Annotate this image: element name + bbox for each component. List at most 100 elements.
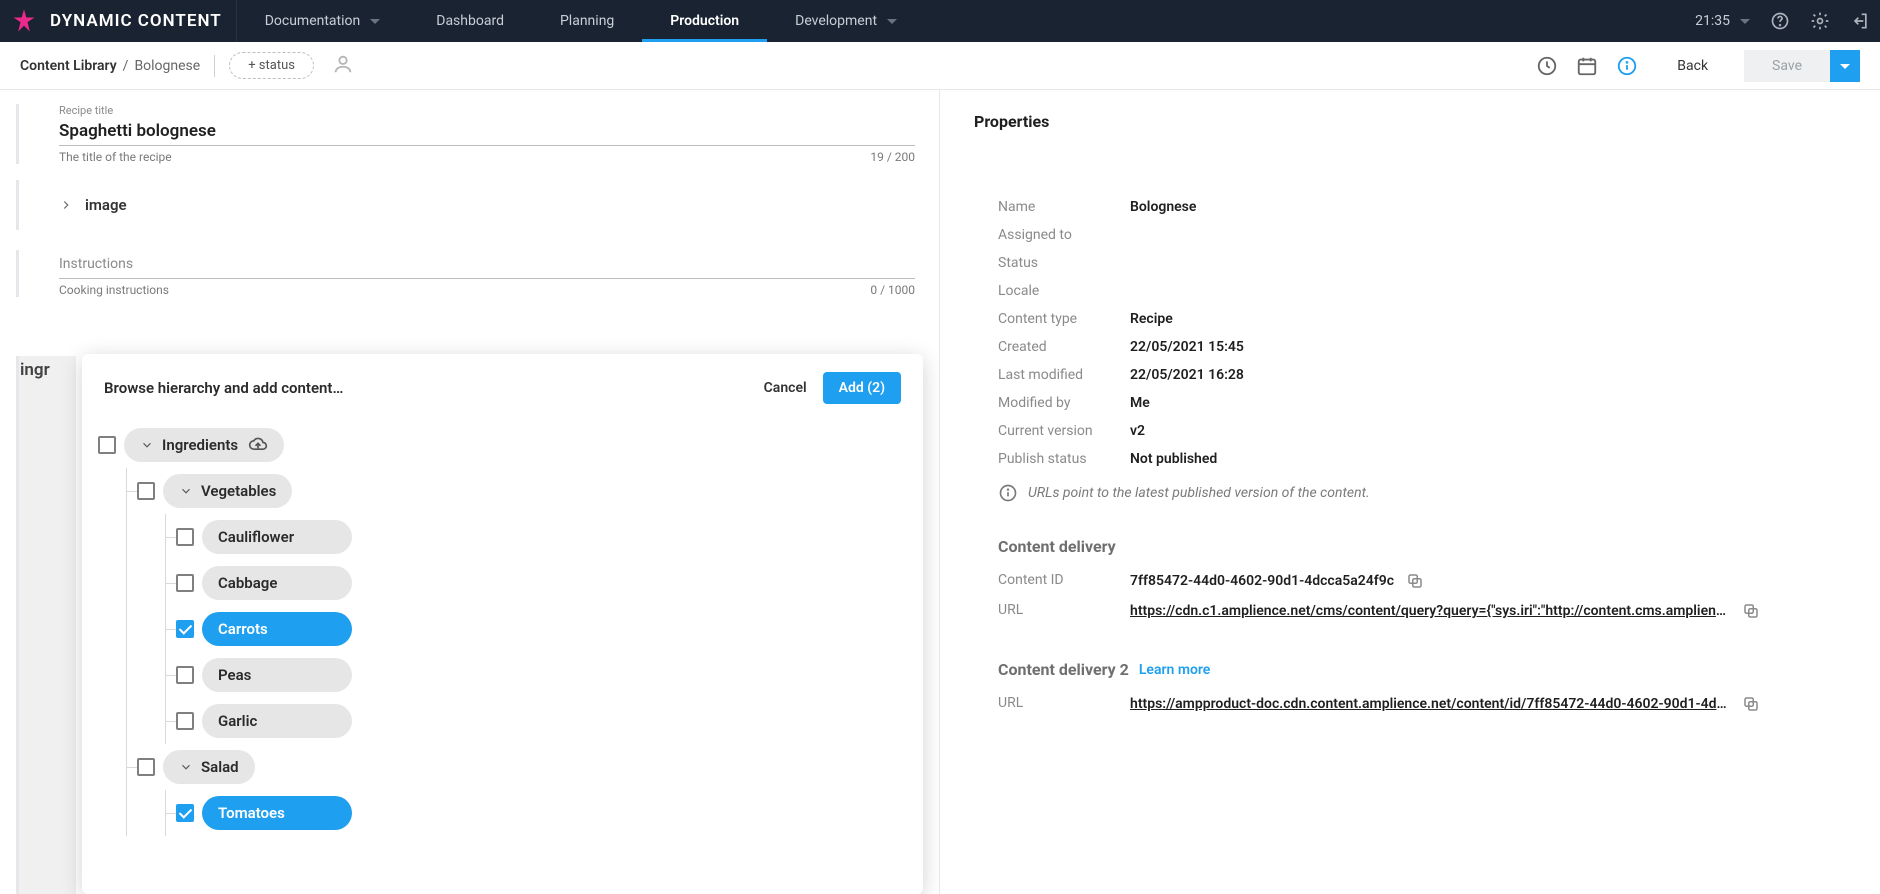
nav-items: Documentation Dashboard Planning Product… bbox=[237, 0, 925, 42]
save-button-group: Save bbox=[1744, 50, 1860, 82]
cloud-sync-icon bbox=[248, 435, 268, 455]
copy-url1-icon[interactable] bbox=[1742, 602, 1760, 620]
top-nav: DYNAMIC CONTENT Documentation Dashboard … bbox=[0, 0, 1880, 42]
prop-value-ctype: Recipe bbox=[1130, 311, 1173, 327]
chip-cabbage[interactable]: Cabbage bbox=[202, 566, 352, 600]
copy-content-id-icon[interactable] bbox=[1406, 572, 1424, 590]
tree-node-salad: Salad bbox=[137, 744, 907, 790]
prop-value-version: v2 bbox=[1130, 423, 1145, 439]
body: Recipe title The title of the recipe 19 … bbox=[0, 90, 1880, 894]
label-url1: URL bbox=[998, 602, 1130, 618]
checkbox-vegetables[interactable] bbox=[137, 482, 155, 500]
chip-carrots[interactable]: Carrots bbox=[202, 612, 352, 646]
brand[interactable]: DYNAMIC CONTENT bbox=[0, 0, 237, 42]
settings-icon[interactable] bbox=[1800, 0, 1840, 42]
prop-label-name: Name bbox=[998, 199, 1130, 215]
value-content-id: 7ff85472-44d0-4602-90d1-4dcca5a24f9c bbox=[1130, 573, 1394, 589]
tree-node-tomatoes: Tomatoes bbox=[176, 790, 907, 836]
checkbox-garlic[interactable] bbox=[176, 712, 194, 730]
prop-value-name: Bolognese bbox=[1130, 199, 1196, 215]
add-status-chip[interactable]: + status bbox=[229, 52, 314, 79]
chip-ingredients[interactable]: Ingredients bbox=[124, 428, 284, 462]
copy-url2-icon[interactable] bbox=[1742, 695, 1760, 713]
nav-development[interactable]: Development bbox=[767, 0, 925, 42]
prop-label-locale: Locale bbox=[998, 283, 1130, 299]
logout-icon[interactable] bbox=[1840, 0, 1880, 42]
chip-cauliflower[interactable]: Cauliflower bbox=[202, 520, 352, 554]
breadcrumb-sep: / bbox=[123, 58, 129, 74]
tree-children-ingredients: Vegetables Cauliflower Cabbage bbox=[126, 468, 907, 836]
schedule-icon[interactable] bbox=[1567, 42, 1607, 89]
instructions-counter: 0 / 1000 bbox=[870, 283, 915, 297]
assignee-icon[interactable] bbox=[332, 53, 354, 79]
tree-children-salad: Tomatoes bbox=[165, 790, 907, 836]
checkbox-peas[interactable] bbox=[176, 666, 194, 684]
label-url2: URL bbox=[998, 695, 1130, 711]
checkbox-salad[interactable] bbox=[137, 758, 155, 776]
time-display[interactable]: 21:35 bbox=[1685, 13, 1760, 29]
history-icon[interactable] bbox=[1527, 42, 1567, 89]
instructions-help: Cooking instructions bbox=[59, 283, 169, 297]
divider bbox=[214, 55, 215, 77]
hierarchy-picker-dialog: Browse hierarchy and add content… Cancel… bbox=[82, 354, 923, 894]
tree-node-garlic: Garlic bbox=[176, 698, 907, 744]
learn-more-link[interactable]: Learn more bbox=[1139, 662, 1210, 678]
breadcrumb-root[interactable]: Content Library bbox=[20, 58, 117, 74]
checkbox-carrots[interactable] bbox=[176, 620, 194, 638]
section-image[interactable]: image bbox=[16, 180, 939, 230]
section-delivery2: Content delivery 2 Learn more bbox=[998, 660, 1822, 679]
tree-node-cabbage: Cabbage bbox=[176, 560, 907, 606]
background-section-label: ingr bbox=[20, 360, 50, 380]
instructions-input[interactable]: Instructions bbox=[59, 250, 915, 279]
chip-vegetables[interactable]: Vegetables bbox=[163, 474, 292, 508]
hierarchy-tree[interactable]: Ingredients Vegetables bbox=[82, 418, 923, 894]
chevron-down-icon bbox=[179, 484, 193, 498]
recipe-title-counter: 19 / 200 bbox=[870, 150, 915, 164]
checkbox-tomatoes[interactable] bbox=[176, 804, 194, 822]
properties-title: Properties bbox=[940, 90, 1880, 153]
recipe-title-input[interactable] bbox=[59, 117, 915, 146]
chip-salad[interactable]: Salad bbox=[163, 750, 255, 784]
chevron-down-icon bbox=[179, 760, 193, 774]
prop-label-created: Created bbox=[998, 339, 1130, 355]
info-icon bbox=[998, 483, 1018, 503]
add-button[interactable]: Add (2) bbox=[823, 372, 901, 404]
field-recipe-title: Recipe title The title of the recipe 19 … bbox=[16, 104, 939, 164]
help-icon[interactable] bbox=[1760, 0, 1800, 42]
prop-value-modified: 22/05/2021 16:28 bbox=[1130, 367, 1244, 383]
tree-node-cauliflower: Cauliflower bbox=[176, 514, 907, 560]
nav-dashboard[interactable]: Dashboard bbox=[408, 0, 532, 42]
tree-node-vegetables: Vegetables bbox=[137, 468, 907, 514]
brand-name: DYNAMIC CONTENT bbox=[50, 11, 222, 31]
cancel-button[interactable]: Cancel bbox=[764, 380, 807, 396]
tree-children-vegetables: Cauliflower Cabbage Carrots Peas bbox=[165, 514, 907, 744]
checkbox-ingredients[interactable] bbox=[98, 436, 116, 454]
nav-planning[interactable]: Planning bbox=[532, 0, 642, 42]
checkbox-cabbage[interactable] bbox=[176, 574, 194, 592]
prop-label-modifiedby: Modified by bbox=[998, 395, 1130, 411]
prop-label-ctype: Content type bbox=[998, 311, 1130, 327]
tree-node-carrots: Carrots bbox=[176, 606, 907, 652]
chip-garlic[interactable]: Garlic bbox=[202, 704, 352, 738]
back-button[interactable]: Back bbox=[1653, 50, 1732, 82]
link-delivery2-url[interactable]: https://ampproduct-doc.cdn.content.ampli… bbox=[1130, 696, 1730, 712]
prop-label-version: Current version bbox=[998, 423, 1130, 439]
dialog-title: Browse hierarchy and add content… bbox=[104, 379, 343, 397]
link-delivery1-url[interactable]: https://cdn.c1.amplience.net/cms/content… bbox=[1130, 603, 1730, 619]
recipe-title-label: Recipe title bbox=[59, 104, 915, 117]
save-button[interactable]: Save bbox=[1744, 50, 1830, 82]
field-instructions: Instructions Cooking instructions 0 / 10… bbox=[16, 250, 939, 297]
background-section bbox=[16, 356, 76, 894]
checkbox-cauliflower[interactable] bbox=[176, 528, 194, 546]
recipe-title-help: The title of the recipe bbox=[59, 150, 172, 164]
nav-production[interactable]: Production bbox=[642, 0, 767, 42]
prop-label-publish: Publish status bbox=[998, 451, 1130, 467]
prop-label-assigned: Assigned to bbox=[998, 227, 1130, 243]
chip-tomatoes[interactable]: Tomatoes bbox=[202, 796, 352, 830]
chip-peas[interactable]: Peas bbox=[202, 658, 352, 692]
info-panel-icon[interactable] bbox=[1607, 42, 1647, 89]
nav-documentation[interactable]: Documentation bbox=[237, 0, 409, 42]
url-note: URLs point to the latest published versi… bbox=[998, 483, 1822, 503]
save-menu-caret[interactable] bbox=[1830, 50, 1860, 82]
prop-value-created: 22/05/2021 15:45 bbox=[1130, 339, 1244, 355]
